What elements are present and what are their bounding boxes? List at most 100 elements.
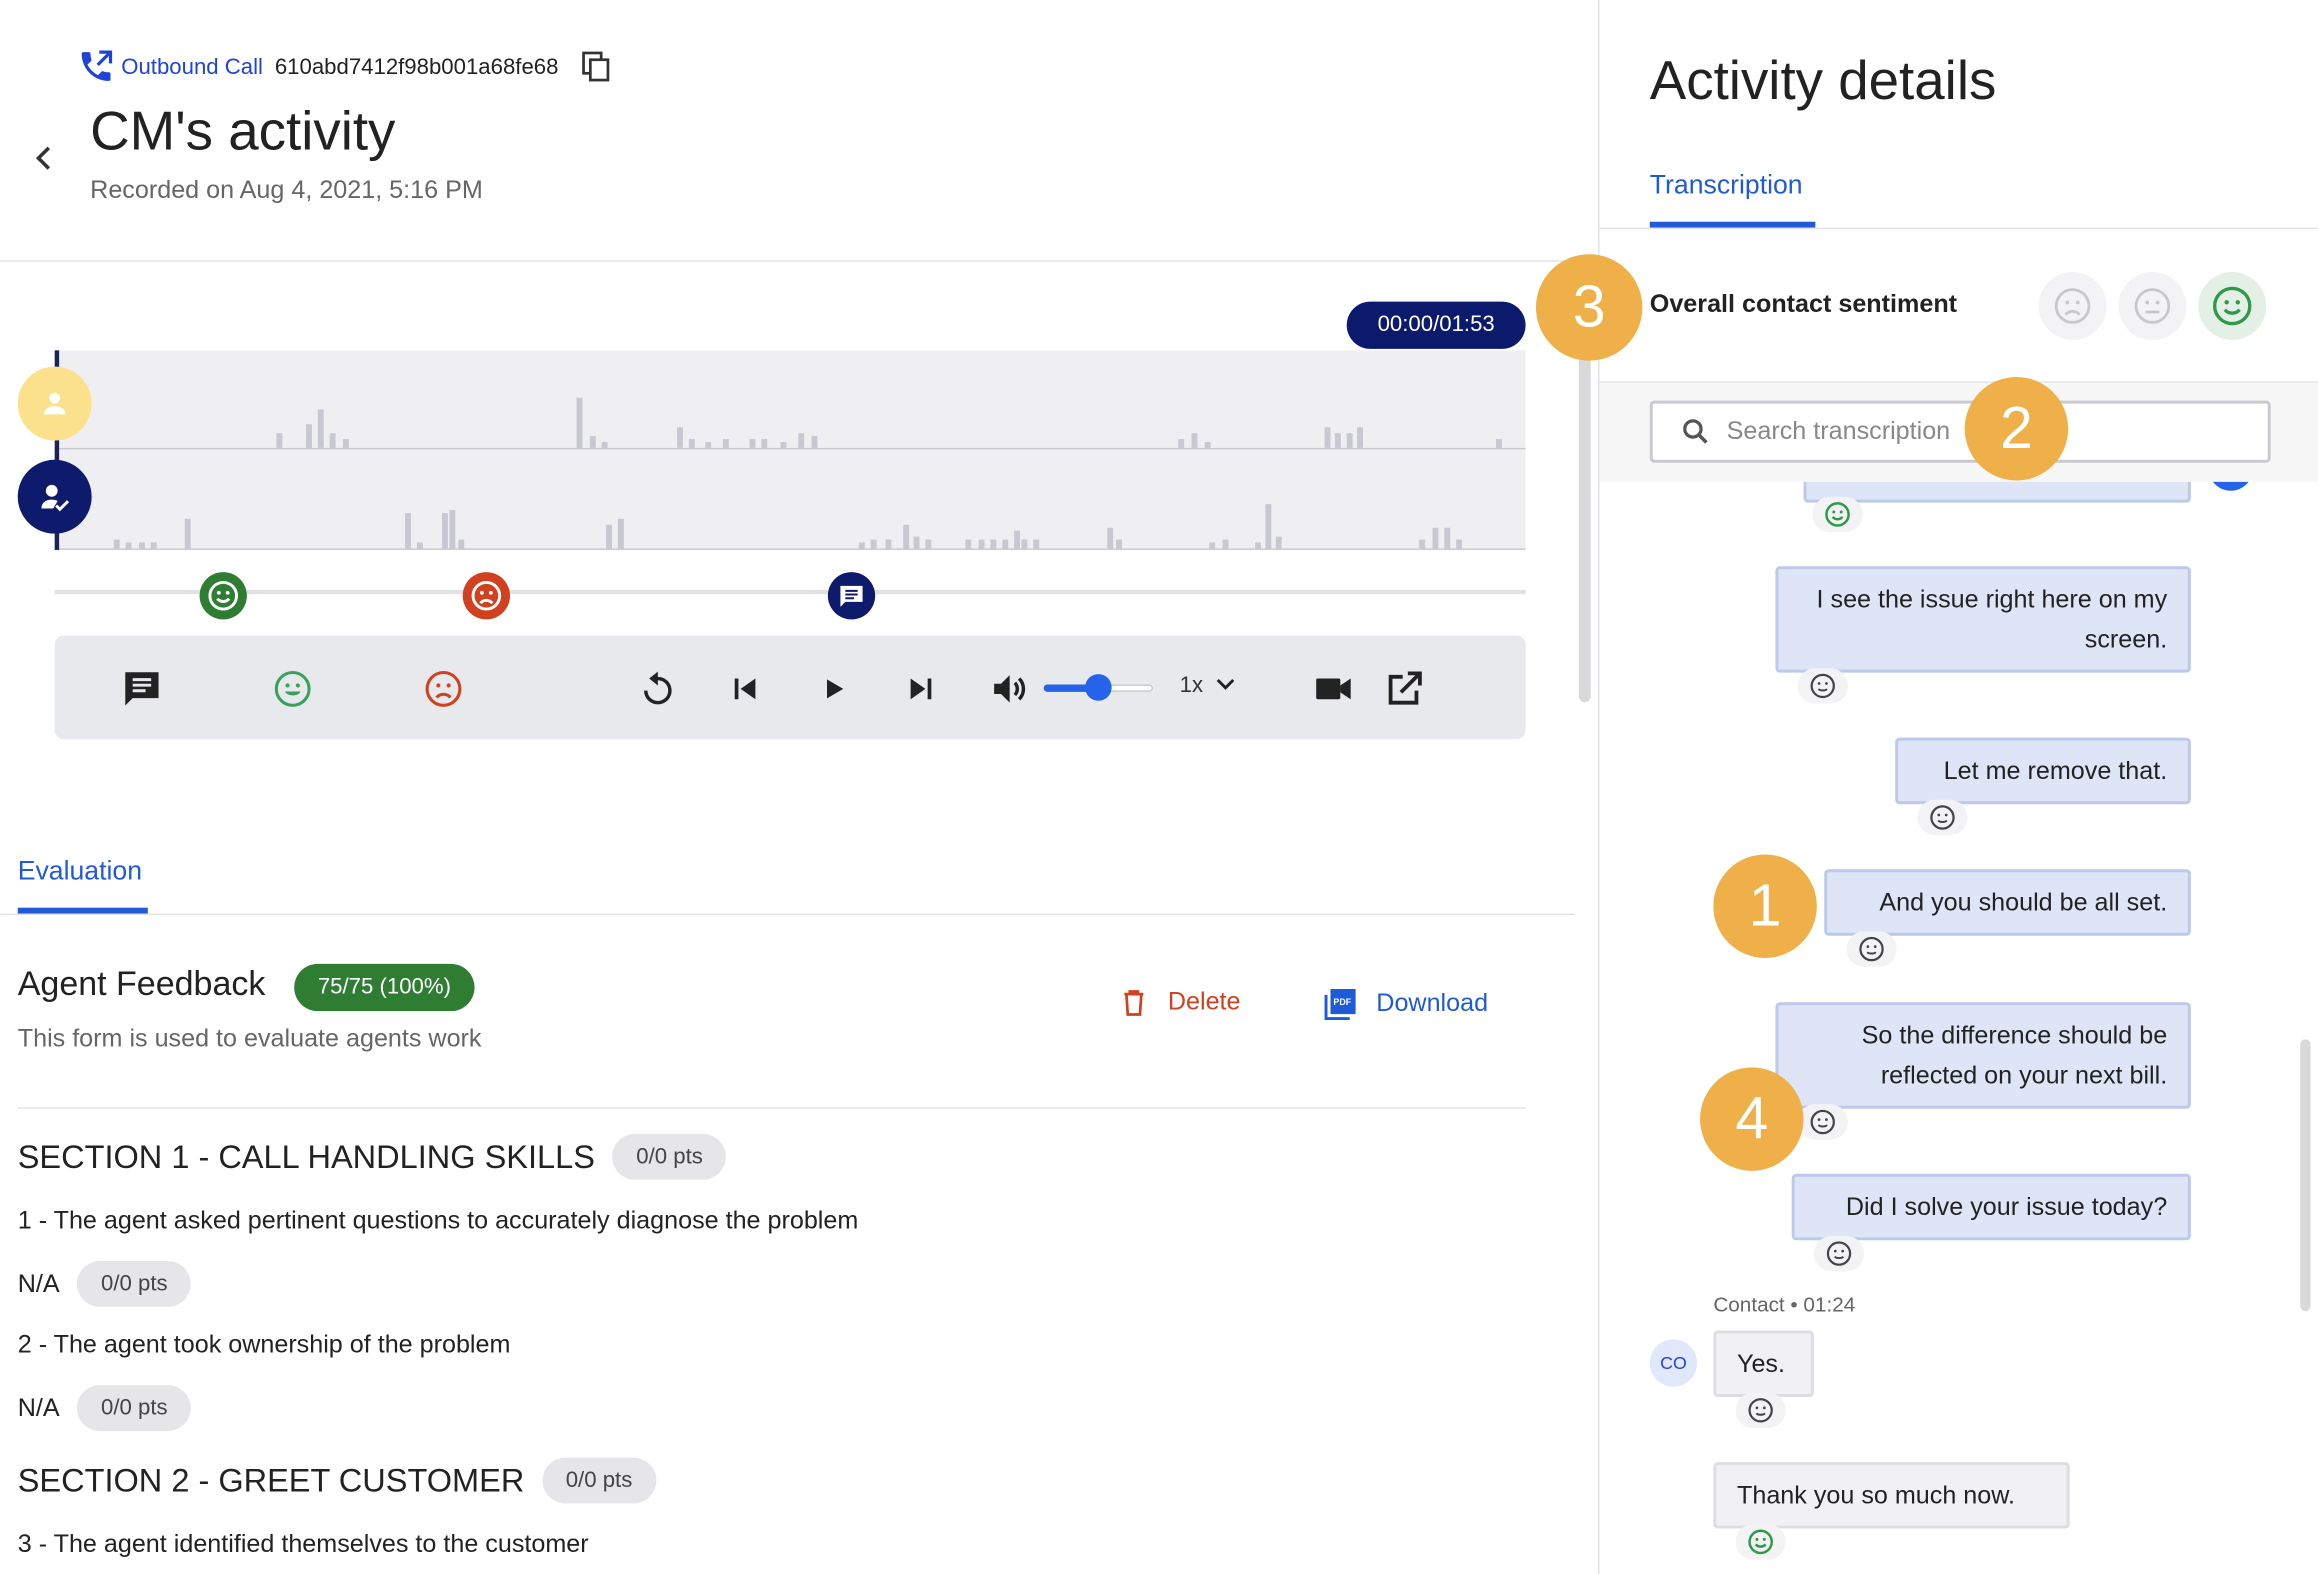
divider	[1599, 227, 2318, 230]
speed-select[interactable]: 1x	[1180, 671, 1239, 698]
volume-slider[interactable]	[1043, 674, 1154, 701]
comment-icon	[840, 585, 863, 607]
message-text: So the difference should be reflected on…	[1861, 1021, 2168, 1090]
call-info: Outbound Call 610abd7412f98b001a68fe68	[77, 47, 612, 85]
waveform-bar	[1191, 433, 1198, 448]
waveform-bar	[458, 539, 465, 549]
agent-check-icon	[41, 484, 70, 512]
message-text: Did I solve your issue today?	[1845, 1192, 2168, 1222]
message-sentiment[interactable]	[1797, 1104, 1848, 1140]
waveform-bar	[1107, 527, 1114, 549]
waveform-bar	[576, 397, 583, 448]
add-positive-sentiment-button[interactable]	[271, 667, 315, 711]
waveform-bar	[449, 510, 456, 549]
neutral-face-icon	[1810, 673, 1835, 699]
tab-evaluation[interactable]: Evaluation	[18, 856, 142, 887]
waveform-bar	[1002, 539, 1009, 549]
open-external-button[interactable]	[1382, 667, 1426, 711]
message-sentiment[interactable]	[1813, 1235, 1865, 1272]
volume-knob[interactable]	[1085, 674, 1112, 701]
waveform-bar	[1021, 539, 1028, 549]
skip-next-button[interactable]	[899, 667, 943, 711]
video-button[interactable]	[1311, 667, 1355, 711]
scrollbar[interactable]	[2300, 1039, 2311, 1312]
divider	[0, 913, 1575, 916]
message-bubble: Yes.	[1713, 1330, 1814, 1397]
frown-icon	[425, 670, 462, 707]
message-bubble: So the difference should be reflected on…	[1775, 1002, 2191, 1109]
waveform[interactable]	[54, 350, 1526, 550]
sentiment-negative-button[interactable]	[2038, 272, 2107, 341]
tab-transcription[interactable]: Transcription	[1650, 170, 1803, 201]
activity-header: Outbound Call 610abd7412f98b001a68fe68 C…	[0, 0, 1599, 262]
pdf-icon: PDF	[1324, 988, 1356, 1021]
answer-value: N/A	[17, 1393, 60, 1422]
message-sentiment[interactable]	[1846, 931, 1897, 967]
player-controls: 1x	[54, 635, 1526, 740]
download-button[interactable]: PDF Download	[1323, 986, 1488, 1021]
sentiment-neutral-button[interactable]	[2118, 272, 2187, 341]
agent-avatar	[2208, 481, 2253, 491]
waveform-bar	[1496, 439, 1502, 448]
skip-next-icon	[910, 678, 932, 700]
message-bubble: I see the issue right here on my screen.	[1775, 566, 2191, 673]
search-bar	[1599, 382, 2318, 482]
add-negative-sentiment-button[interactable]	[421, 667, 465, 711]
waveform-bar	[1334, 433, 1341, 448]
back-button[interactable]	[27, 140, 62, 175]
smile-icon	[208, 580, 239, 611]
agent-avatar	[17, 459, 92, 534]
play-button[interactable]	[812, 667, 856, 711]
message-sentiment[interactable]	[1917, 799, 1968, 836]
replay-button[interactable]	[636, 667, 680, 711]
callout-badge-1: 1	[1713, 854, 1817, 958]
waveform-baseline	[54, 548, 1526, 550]
message-sentiment[interactable]	[1812, 496, 1863, 533]
transcript-list[interactable]: I see the issue right here on my screen.…	[1600, 481, 2318, 1574]
waveform-bar	[1444, 527, 1451, 549]
skip-previous-button[interactable]	[723, 667, 767, 711]
callout-badge-2: 2	[1964, 376, 2069, 481]
search-box[interactable]	[1649, 400, 2271, 463]
neutral-face-icon	[1930, 805, 1955, 830]
volume-button[interactable]	[988, 667, 1032, 711]
frown-icon	[471, 580, 502, 611]
time-badge: 00:00/01:53	[1346, 301, 1526, 349]
person-icon	[43, 392, 66, 415]
message-text: I see the issue right here on my screen.	[1816, 585, 2168, 654]
waveform-bar	[1265, 504, 1272, 549]
section-title: SECTION 2 - GREET CUSTOMER	[17, 1461, 525, 1499]
negative-sentiment-marker[interactable]	[462, 572, 511, 620]
delete-label: Delete	[1167, 987, 1241, 1016]
positive-sentiment-marker[interactable]	[199, 572, 247, 620]
overall-sentiment-label: Overall contact sentiment	[1649, 289, 1958, 318]
waveform-bar	[276, 433, 283, 448]
waveform-bar	[405, 512, 411, 549]
waveform-bar	[416, 542, 423, 549]
message-sentiment[interactable]	[1735, 1524, 1786, 1560]
copy-icon[interactable]	[579, 49, 612, 84]
callout-badge-3: 3	[1535, 254, 1643, 361]
comment-marker[interactable]	[827, 572, 876, 620]
waveform-bar	[1014, 530, 1021, 549]
waveform-bar	[688, 439, 695, 448]
waveform-bar	[1324, 427, 1331, 448]
question-text: 3 - The agent identified themselves to t…	[17, 1530, 589, 1559]
form-title: Agent Feedback	[17, 963, 266, 1003]
form-description: This form is used to evaluate agents wor…	[17, 1024, 482, 1053]
message-sentiment[interactable]	[1735, 1392, 1786, 1429]
outbound-call-icon	[81, 50, 113, 81]
waveform-bar	[798, 433, 805, 448]
sentiment-positive-button[interactable]	[2198, 272, 2267, 341]
question-text: 1 - The agent asked pertinent questions …	[17, 1206, 859, 1235]
waveform-bar	[1275, 536, 1282, 549]
waveform-divider	[54, 447, 1526, 450]
neutral-face-icon	[2134, 288, 2171, 324]
scrollbar[interactable]	[1578, 350, 1591, 703]
search-input[interactable]	[1726, 416, 2171, 447]
waveform-bar	[150, 542, 157, 549]
message-sentiment[interactable]	[1797, 668, 1848, 704]
delete-button[interactable]: Delete	[1118, 986, 1241, 1019]
divider	[17, 1107, 1526, 1109]
add-comment-button[interactable]	[120, 667, 164, 711]
